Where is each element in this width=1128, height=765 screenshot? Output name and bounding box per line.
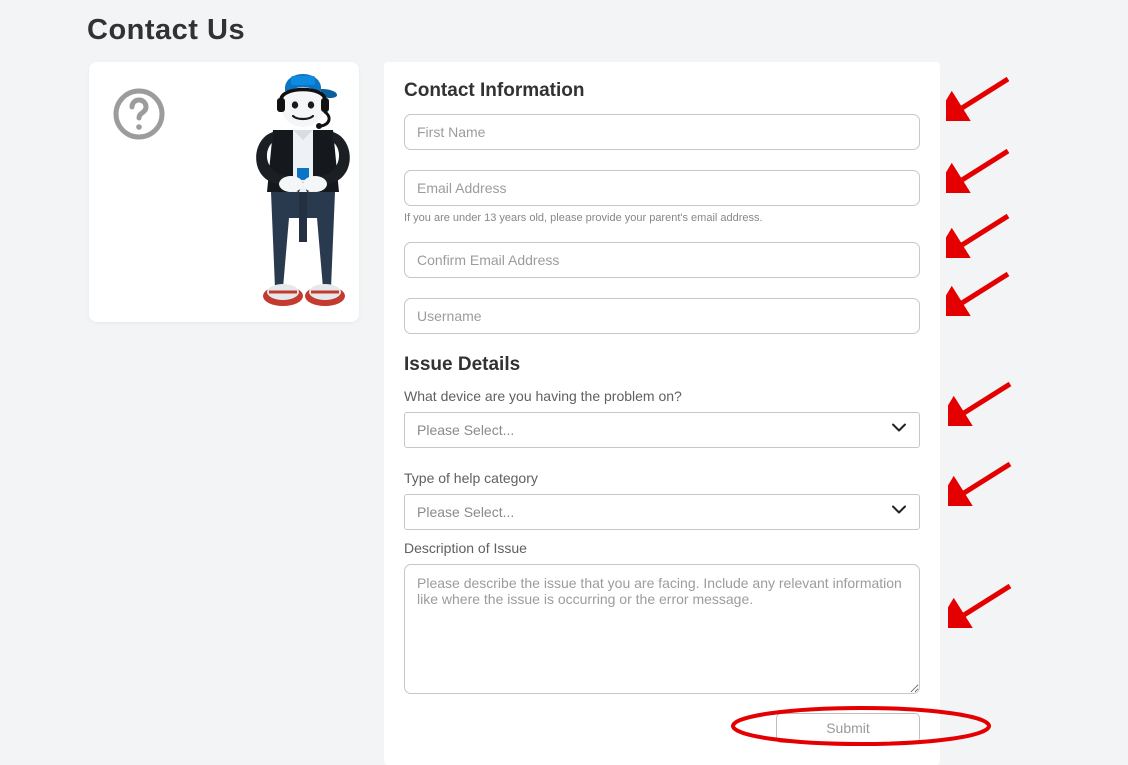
first-name-input[interactable] <box>404 114 920 150</box>
arrow-annotation <box>948 458 1016 506</box>
sidebar-card <box>89 62 359 322</box>
avatar-illustration <box>239 72 369 325</box>
arrow-annotation <box>948 378 1016 426</box>
submit-button[interactable]: Submit <box>776 713 920 743</box>
email-input[interactable] <box>404 170 920 206</box>
arrow-annotation <box>946 268 1014 316</box>
arrow-annotation <box>946 210 1014 258</box>
device-select[interactable]: Please Select... <box>404 412 920 448</box>
help-category-select[interactable]: Please Select... <box>404 494 920 530</box>
form-panel: Contact Information If you are under 13 … <box>384 62 940 765</box>
contact-info-heading: Contact Information <box>404 80 920 102</box>
question-mark-icon <box>111 86 167 147</box>
description-label: Description of Issue <box>404 540 920 556</box>
arrow-annotation <box>946 145 1014 193</box>
help-category-label: Type of help category <box>404 470 920 486</box>
email-hint: If you are under 13 years old, please pr… <box>404 212 920 224</box>
username-input[interactable] <box>404 298 920 334</box>
description-textarea[interactable] <box>404 564 920 694</box>
arrow-annotation <box>946 73 1014 121</box>
confirm-email-input[interactable] <box>404 242 920 278</box>
page-title: Contact Us <box>87 14 245 47</box>
arrow-annotation <box>948 580 1016 628</box>
device-label: What device are you having the problem o… <box>404 388 920 404</box>
issue-details-heading: Issue Details <box>404 354 920 376</box>
